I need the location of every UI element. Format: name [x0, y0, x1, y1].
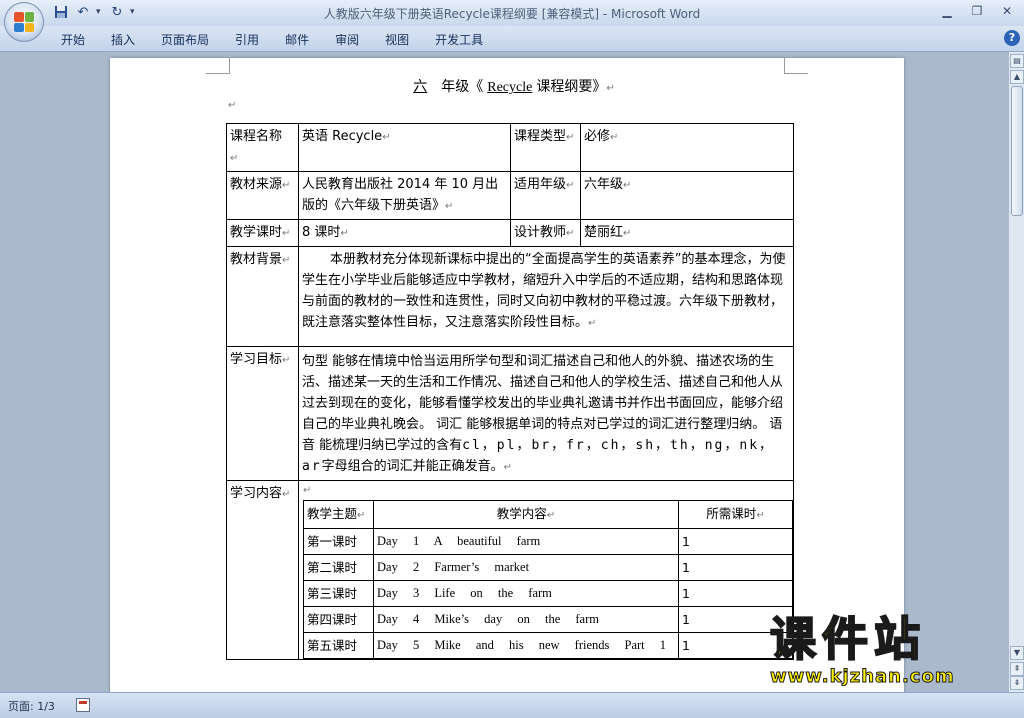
minimize-icon[interactable]: ▁	[936, 2, 958, 20]
table-row: 学习内容↵ ↵ 教学主题↵ 教学内容↵ 所需课时↵ 第一课时 Day 1 A b…	[226, 480, 794, 660]
content-label: 学习内容↵	[226, 480, 299, 660]
tab-mailings[interactable]: 邮件	[272, 31, 322, 49]
content-cell: Day 1 A beautiful farm	[373, 528, 679, 555]
content-cell: Day 4 Mike’s day on the farm	[373, 606, 679, 633]
page-count[interactable]: 页面: 1/3	[8, 698, 55, 714]
table-row: 第二课时 Day 2 Farmer’s market 1	[303, 554, 793, 581]
topic-cell: 第五课时	[303, 632, 374, 659]
next-page-icon[interactable]: ⇟	[1010, 676, 1024, 690]
table-row: 第一课时 Day 1 A beautiful farm 1	[303, 528, 793, 555]
watermark-title: 课件站	[769, 611, 926, 667]
table-row: 教材来源↵ 人民教育出版社 2014 年 10 月出版的《六年级下册英语》↵ 适…	[226, 171, 794, 220]
title-mid: 年级《	[441, 79, 484, 95]
table-row: 教学课时↵ 8 课时↵ 设计教师↵ 楚丽红↵	[226, 219, 794, 247]
hours-label: 教学课时↵	[226, 219, 299, 247]
course-name-value: 英语 Recycle↵	[298, 123, 511, 172]
ribbon: 开始 插入 页面布局 引用 邮件 审阅 视图 开发工具 ?	[0, 26, 1024, 52]
office-button[interactable]	[4, 2, 44, 42]
table-row: 学习目标↵ 句型 能够在情境中恰当运用所学句型和词汇描述自己和他人的外貌、描述农…	[226, 346, 794, 481]
goals-value: 句型 能够在情境中恰当运用所学句型和词汇描述自己和他人的外貌、描述农场的生活、描…	[298, 346, 794, 481]
crop-mark	[206, 58, 230, 74]
office-logo-icon	[14, 12, 34, 32]
tab-page-layout[interactable]: 页面布局	[148, 31, 222, 49]
document-title: 六年级《 Recycle 课程纲要》↵	[110, 76, 904, 96]
content-value: ↵ 教学主题↵ 教学内容↵ 所需课时↵ 第一课时 Day 1 A beautif…	[298, 480, 794, 660]
restore-icon[interactable]: ❐	[966, 2, 988, 20]
header-content: 教学内容↵	[373, 500, 679, 529]
content-cell: Day 5 Mike and his new friends Part 1	[373, 632, 679, 659]
watermark-logo: 课件站 www.kjzhan.com	[769, 611, 1010, 692]
title-bar: ↶ ▾ ↻ ▾ 人教版六年级下册英语Recycle课程纲要 [兼容模式] - M…	[0, 0, 1024, 26]
scroll-up-icon[interactable]: ▲	[1010, 70, 1024, 84]
course-outline-table: 课程名称 ↵ 英语 Recycle↵ 课程类型↵ 必修↵ 教材来源↵ 人民教育出版…	[226, 123, 794, 660]
topic-cell: 第三课时	[303, 580, 374, 607]
tab-review[interactable]: 审阅	[322, 31, 372, 49]
title-grade: 六	[413, 79, 428, 95]
header-hours: 所需课时↵	[678, 500, 793, 529]
close-icon[interactable]: ✕	[996, 2, 1018, 20]
tab-view[interactable]: 视图	[372, 31, 422, 49]
tab-home[interactable]: 开始	[48, 31, 98, 49]
source-label: 教材来源↵	[226, 171, 299, 220]
watermark-url: www.kjzhan.com	[770, 666, 955, 688]
hours-cell: 1	[678, 554, 793, 581]
table-header-row: 教学主题↵ 教学内容↵ 所需课时↵	[303, 500, 793, 529]
content-cell: Day 3 Life on the farm	[373, 580, 679, 607]
grade-label: 适用年级↵	[510, 171, 581, 220]
tab-insert[interactable]: 插入	[98, 31, 148, 49]
header-topic: 教学主题↵	[303, 500, 374, 529]
tab-developer[interactable]: 开发工具	[422, 31, 496, 49]
hours-cell: 1	[678, 528, 793, 555]
content-cell: Day 2 Farmer’s market	[373, 554, 679, 581]
paragraph-mark: ↵	[228, 100, 237, 111]
table-row: 教材背景↵ 本册教材充分体现新课标中提出的“全面提高学生的英语素养”的基本理念，…	[226, 246, 794, 347]
course-name-label: 课程名称 ↵	[226, 123, 299, 172]
schedule-table: 教学主题↵ 教学内容↵ 所需课时↵ 第一课时 Day 1 A beautiful…	[303, 500, 793, 659]
topic-cell: 第四课时	[303, 606, 374, 633]
source-value: 人民教育出版社 2014 年 10 月出版的《六年级下册英语》↵	[298, 171, 511, 220]
document-area[interactable]: 六年级《 Recycle 课程纲要》↵ ↵ 课程名称 ↵ 英语 Recycle↵ 课程…	[0, 52, 1008, 692]
background-value: 本册教材充分体现新课标中提出的“全面提高学生的英语素养”的基本理念，为使学生在小…	[298, 246, 794, 347]
document-page[interactable]: 六年级《 Recycle 课程纲要》↵ ↵ 课程名称 ↵ 英语 Recycle↵ 课程…	[110, 58, 904, 692]
window-title: 人教版六年级下册英语Recycle课程纲要 [兼容模式] - Microsoft…	[323, 7, 701, 21]
goals-label: 学习目标↵	[226, 346, 299, 481]
vertical-scrollbar[interactable]: ▤ ▲ ▼ ⇞ ⇟	[1008, 52, 1024, 692]
grade-value: 六年级↵	[580, 171, 794, 220]
table-row: 第四课时 Day 4 Mike’s day on the farm 1	[303, 606, 793, 633]
previous-page-icon[interactable]: ⇞	[1010, 662, 1024, 676]
hours-value: 8 课时↵	[298, 219, 511, 247]
table-row: 第三课时 Day 3 Life on the farm 1	[303, 580, 793, 607]
status-bar: 页面: 1/3	[0, 692, 1024, 718]
crop-mark	[784, 58, 808, 74]
tab-references[interactable]: 引用	[222, 31, 272, 49]
help-icon[interactable]: ?	[1004, 30, 1020, 46]
ribbon-tabs: 开始 插入 页面布局 引用 邮件 审阅 视图 开发工具	[48, 31, 496, 49]
ruler-toggle-icon[interactable]: ▤	[1010, 54, 1024, 68]
topic-cell: 第一课时	[303, 528, 374, 555]
table-row: 课程名称 ↵ 英语 Recycle↵ 课程类型↵ 必修↵	[226, 123, 794, 172]
designer-label: 设计教师↵	[510, 219, 581, 247]
table-row: 第五课时 Day 5 Mike and his new friends Part…	[303, 632, 793, 659]
topic-cell: 第二课时	[303, 554, 374, 581]
title-end: 课程纲要》	[536, 79, 607, 95]
proofing-icon[interactable]	[76, 698, 90, 712]
scroll-down-icon[interactable]: ▼	[1010, 646, 1024, 660]
course-type-label: 课程类型↵	[510, 123, 581, 172]
title-course: Recycle	[487, 80, 533, 95]
course-type-value: 必修↵	[580, 123, 794, 172]
window-controls: ▁ ❐ ✕	[936, 2, 1018, 20]
designer-value: 楚丽红↵	[580, 219, 794, 247]
background-label: 教材背景↵	[226, 246, 299, 347]
hours-cell: 1	[678, 580, 793, 607]
scroll-thumb[interactable]	[1011, 86, 1023, 216]
